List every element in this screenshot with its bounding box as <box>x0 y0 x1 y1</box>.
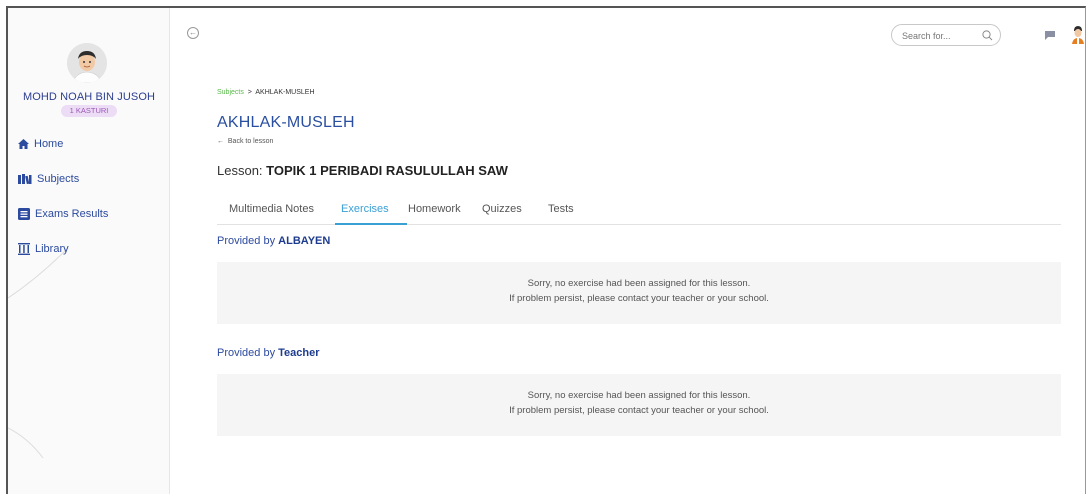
provider-label: Provided by Teacher <box>217 347 320 359</box>
lesson-prefix: Lesson: <box>217 163 267 178</box>
collapse-sidebar-button[interactable]: ← <box>187 27 199 39</box>
tab-multimedia-notes[interactable]: Multimedia Notes <box>229 203 314 215</box>
user-name: MOHD NOAH BIN JUSOH <box>22 91 156 103</box>
sidebar-item-label: Subjects <box>37 173 80 185</box>
empty-message-line: If problem persist, please contact your … <box>509 293 769 304</box>
book-icon <box>18 174 32 184</box>
back-to-lesson-link[interactable]: ← Back to lesson <box>217 138 273 145</box>
empty-message-line: Sorry, no exercise had been assigned for… <box>527 278 751 289</box>
provider-prefix: Provided by <box>217 235 279 247</box>
empty-message-line: Sorry, no exercise had been assigned for… <box>527 390 751 401</box>
provider-prefix: Provided by <box>217 347 279 359</box>
breadcrumb-current: AKHLAK-MUSLEH <box>255 89 315 96</box>
class-badge: 1 KASTURI <box>61 105 117 117</box>
library-icon <box>18 243 30 255</box>
chat-icon[interactable] <box>1045 31 1055 40</box>
user-menu-avatar-icon[interactable] <box>1071 26 1085 44</box>
tab-homework[interactable]: Homework <box>408 203 461 215</box>
tab-exercises[interactable]: Exercises <box>341 203 389 215</box>
avatar[interactable] <box>67 43 107 83</box>
search-input[interactable] <box>902 29 980 42</box>
page-title: AKHLAK-MUSLEH <box>217 114 355 131</box>
provider-name: ALBAYEN <box>278 235 331 247</box>
app-window: MOHD NOAH BIN JUSOH 1 KASTURI Home Subje… <box>6 6 1086 494</box>
sidebar: MOHD NOAH BIN JUSOH 1 KASTURI Home Subje… <box>8 8 170 494</box>
sidebar-item-home[interactable]: Home <box>18 134 63 154</box>
empty-exercise-panel: Sorry, no exercise had been assigned for… <box>217 374 1061 436</box>
provider-label: Provided by ALBAYEN <box>217 235 330 247</box>
arrow-left-icon: ← <box>217 138 224 145</box>
sidebar-item-label: Exams Results <box>35 208 109 220</box>
tab-quizzes[interactable]: Quizzes <box>482 203 522 215</box>
breadcrumb: Subjects > AKHLAK-MUSLEH <box>217 89 315 96</box>
lesson-tabs: Multimedia Notes Exercises Homework Quiz… <box>217 199 1061 225</box>
breadcrumb-separator: > <box>247 89 252 96</box>
list-icon <box>18 208 30 220</box>
provider-name: Teacher <box>278 347 320 359</box>
search-icon[interactable] <box>982 30 993 41</box>
sidebar-item-label: Home <box>34 138 64 150</box>
empty-exercise-panel: Sorry, no exercise had been assigned for… <box>217 262 1061 324</box>
sidebar-item-library[interactable]: Library <box>18 239 69 259</box>
sidebar-item-subjects[interactable]: Subjects <box>18 169 79 189</box>
empty-message-line: If problem persist, please contact your … <box>509 405 769 416</box>
back-link-label: Back to lesson <box>227 138 274 145</box>
breadcrumb-subjects-link[interactable]: Subjects <box>217 89 244 96</box>
collapse-icon: ← <box>189 28 197 37</box>
tab-tests[interactable]: Tests <box>548 203 574 215</box>
sidebar-item-exams-results[interactable]: Exams Results <box>18 204 108 224</box>
sidebar-item-label: Library <box>35 243 69 255</box>
lesson-name: TOPIK 1 PERIBADI RASULULLAH SAW <box>266 163 508 178</box>
active-tab-indicator <box>335 223 407 225</box>
lesson-title: Lesson: TOPIK 1 PERIBADI RASULULLAH SAW <box>217 163 508 178</box>
search-box[interactable] <box>891 24 1001 46</box>
home-icon <box>18 139 29 149</box>
user-avatar-icon <box>67 43 107 83</box>
